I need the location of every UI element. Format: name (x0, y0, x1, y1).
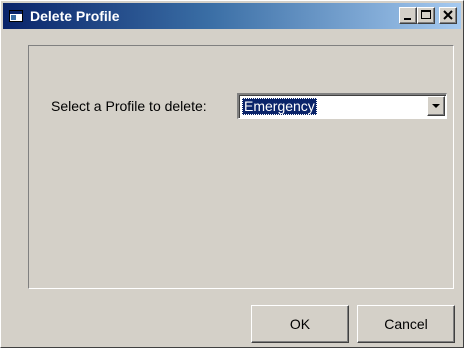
title-bar[interactable]: Delete Profile (3, 3, 461, 29)
window-title: Delete Profile (30, 8, 120, 24)
profile-select-value[interactable]: Emergency (242, 98, 317, 115)
maximize-icon (421, 10, 431, 19)
profile-select-dropdown-button[interactable] (427, 96, 445, 116)
chevron-down-icon (432, 104, 440, 108)
profile-select[interactable]: Emergency (237, 93, 447, 119)
profile-select-label: Select a Profile to delete: (51, 98, 207, 114)
ok-button[interactable]: OK (251, 305, 349, 343)
maximize-button[interactable] (417, 7, 435, 24)
delete-profile-dialog: Delete Profile Select a Profile to delet… (0, 0, 464, 348)
close-button[interactable] (439, 7, 457, 24)
content-panel (28, 45, 454, 289)
app-window-icon (9, 9, 23, 23)
minimize-button[interactable] (399, 7, 417, 24)
close-icon (443, 10, 453, 20)
minimize-icon (404, 18, 411, 20)
cancel-button[interactable]: Cancel (357, 305, 455, 343)
